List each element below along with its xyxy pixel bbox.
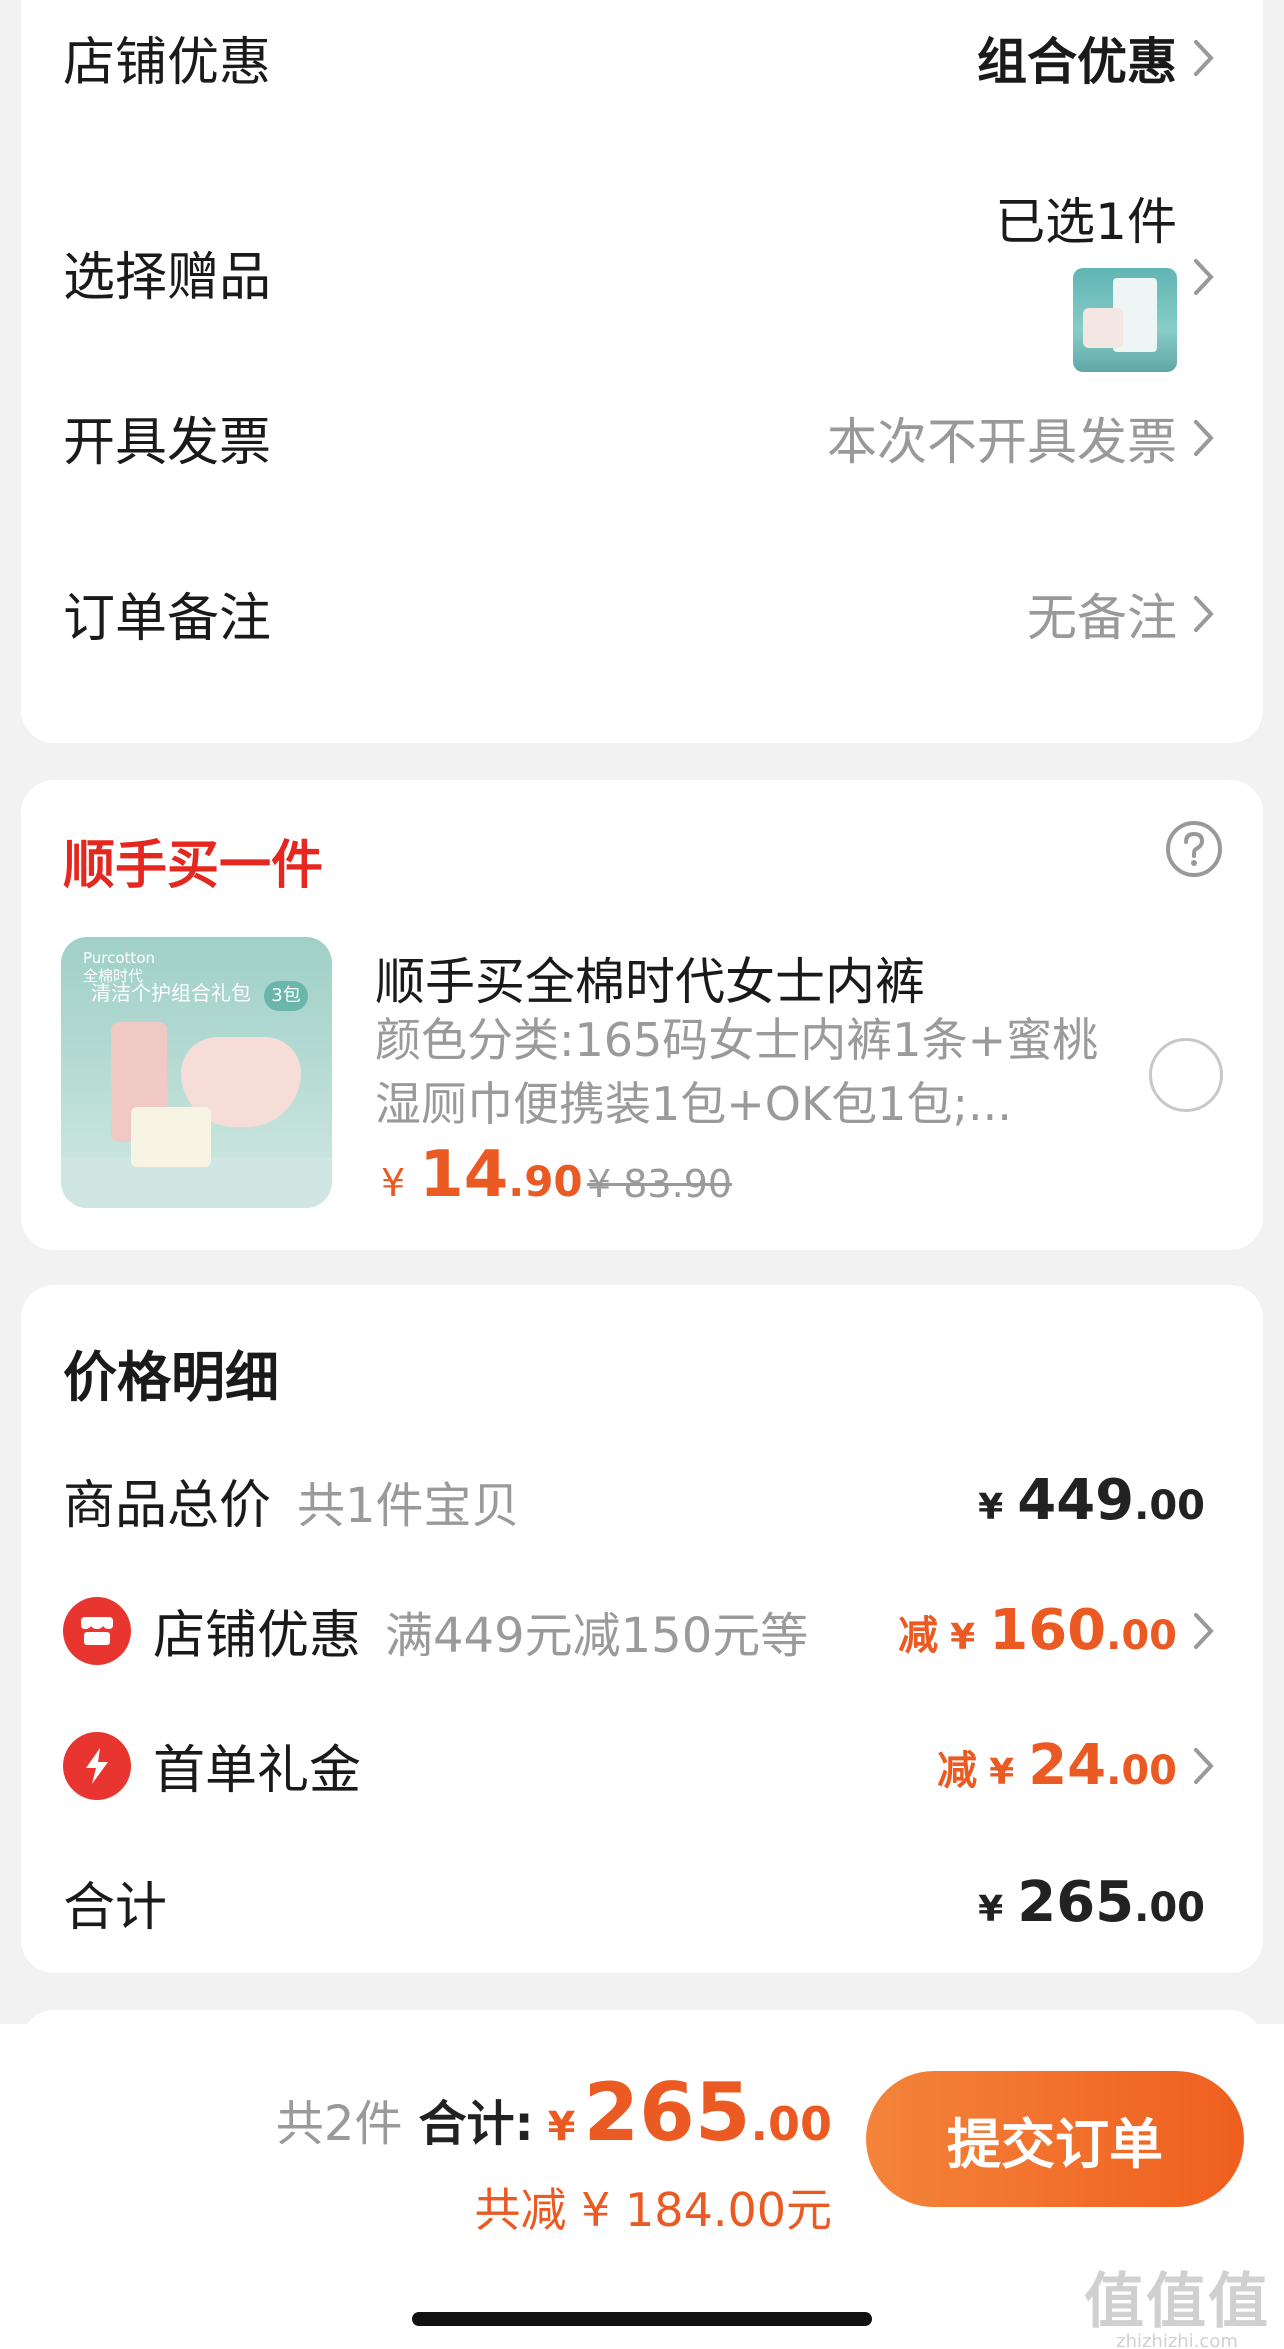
order-note-value-wrap: 无备注 [1027, 578, 1223, 650]
shop-discount-amount: 减 ¥ 160 .00 [898, 1598, 1177, 1663]
shop-discount-detail-right: 减 ¥ 160 .00 [898, 1598, 1223, 1663]
chevron-right-icon [1185, 39, 1223, 77]
first-order-row[interactable]: 首单礼金 减 ¥ 24 .00 [63, 1728, 1223, 1803]
shop-discount-detail-label: 店铺优惠 [153, 1606, 362, 1666]
invoice-value-wrap: 本次不开具发票 [827, 402, 1223, 474]
order-options-card: 店铺优惠 组合优惠 选择赠品 已选1件 开具发票 本次不开具发票 订单备注 无备… [21, 0, 1263, 743]
addon-product-image[interactable]: Purcotton 全棉时代 清洁个护组合礼包 3包 [61, 937, 332, 1208]
home-indicator[interactable] [412, 2312, 872, 2326]
chevron-right-icon [1185, 1747, 1223, 1785]
image-ribbon-text: 清洁个护组合礼包 [91, 981, 251, 1005]
addon-select-radio[interactable] [1149, 1038, 1223, 1112]
total-integer: 265 [583, 2066, 751, 2159]
total-row: 合计 ¥ 265 .00 [63, 1865, 1205, 1940]
addon-original-price: ¥ 83.90 [587, 1162, 733, 1206]
shop-discount-value-wrap: 组合优惠 [977, 22, 1223, 94]
chevron-right-icon [1185, 258, 1223, 296]
order-note-label: 订单备注 [63, 589, 272, 649]
amount-currency: ¥ [978, 1889, 1004, 1930]
gift-label: 选择赠品 [63, 247, 272, 308]
amount-currency: ¥ [989, 1752, 1015, 1793]
item-count: 共2件 [275, 2096, 403, 2152]
chevron-right-icon [1185, 595, 1223, 633]
watermark-logo: 值值值 [1084, 2267, 1270, 2337]
goods-total-sub: 共1件宝贝 [297, 1477, 520, 1534]
price-decimal: .90 [508, 1157, 583, 1206]
addon-product-name[interactable]: 顺手买全棉时代女士内裤 [375, 942, 925, 1014]
amount-integer: 449 [1017, 1468, 1135, 1533]
invoice-row[interactable]: 开具发票 本次不开具发票 [63, 400, 1223, 475]
addon-product-price: ¥ 14 .90 [381, 1138, 583, 1212]
lightning-icon [63, 1731, 131, 1800]
amount-currency: ¥ [950, 1617, 976, 1658]
amount-prefix: 减 [898, 1613, 939, 1659]
total-decimal: .00 [750, 2097, 833, 2151]
amount-integer: 265 [1017, 1870, 1135, 1935]
gift-value-wrap: 已选1件 [995, 182, 1223, 372]
invoice-label: 开具发票 [63, 413, 272, 473]
price-currency: ¥ [381, 1161, 406, 1205]
amount-decimal: .00 [1134, 1483, 1205, 1529]
goods-total-row: 商品总价 共1件宝贝 ¥ 449 .00 [63, 1463, 1205, 1538]
goods-total-label: 商品总价 [63, 1476, 272, 1536]
order-note-row[interactable]: 订单备注 无备注 [63, 576, 1223, 651]
amount-prefix: 减 [937, 1748, 978, 1794]
gift-row[interactable]: 选择赠品 已选1件 [63, 182, 1223, 372]
gift-value: 已选1件 [995, 193, 1177, 251]
amount-integer: 24 [1028, 1733, 1107, 1798]
chevron-right-icon [1185, 1612, 1223, 1650]
amount-currency: ¥ [978, 1487, 1004, 1528]
first-order-amount: 减 ¥ 24 .00 [937, 1733, 1177, 1798]
gift-pack-shape [1083, 308, 1123, 348]
first-order-label: 首单礼金 [153, 1741, 362, 1801]
amount-integer: 160 [989, 1598, 1107, 1663]
shop-discount-value: 组合优惠 [977, 32, 1177, 91]
image-box-shape [131, 1107, 211, 1167]
addon-card: 顺手买一件 Purcotton 全棉时代 清洁个护组合礼包 3包 顺手买全棉时代… [21, 780, 1263, 1250]
total-label: 合计: [418, 2096, 534, 2152]
order-note-value: 无备注 [1027, 588, 1177, 647]
amount-decimal: .00 [1106, 1613, 1177, 1659]
submit-order-button[interactable]: 提交订单 [866, 2071, 1244, 2207]
shop-discount-detail-row[interactable]: 店铺优惠 满449元减150元等 减 ¥ 160 .00 [63, 1593, 1223, 1668]
gift-thumbnail [1073, 268, 1177, 372]
saved-amount: 共减 ¥ 184.00元 [474, 2183, 832, 2237]
checkout-total: 共2件 合计: ¥ 265 .00 [276, 2066, 832, 2159]
shop-icon [63, 1596, 131, 1665]
addon-title: 顺手买一件 [63, 836, 324, 896]
site-watermark: 值值值 zhizhizhi.com [1084, 2272, 1270, 2349]
amount-decimal: .00 [1106, 1748, 1177, 1794]
goods-total-amount: ¥ 449 .00 [978, 1468, 1205, 1533]
addon-product-desc: 颜色分类:165码女士内裤1条+蜜桃湿厕巾便携装1包+OK包1包;... [375, 1013, 1099, 1131]
amount-decimal: .00 [1134, 1885, 1205, 1931]
gift-block: 已选1件 [995, 182, 1177, 372]
total-currency: ¥ [547, 2104, 576, 2150]
shop-discount-label: 店铺优惠 [63, 33, 272, 93]
total-label: 合计 [63, 1878, 168, 1938]
price-detail-title: 价格明细 [63, 1346, 279, 1409]
price-detail-card: 价格明细 商品总价 共1件宝贝 ¥ 449 .00 店铺优惠 满449元减150… [21, 1285, 1263, 1973]
invoice-value: 本次不开具发票 [827, 412, 1177, 471]
price-integer: 14 [419, 1138, 509, 1212]
first-order-right: 减 ¥ 24 .00 [937, 1733, 1223, 1798]
image-badge: 3包 [264, 981, 308, 1011]
shop-discount-row[interactable]: 店铺优惠 组合优惠 [63, 20, 1223, 95]
chevron-right-icon [1185, 419, 1223, 457]
total-amount: ¥ 265 .00 [978, 1870, 1205, 1935]
help-icon[interactable] [1165, 820, 1223, 878]
shop-discount-detail-sub: 满449元减150元等 [385, 1607, 809, 1664]
